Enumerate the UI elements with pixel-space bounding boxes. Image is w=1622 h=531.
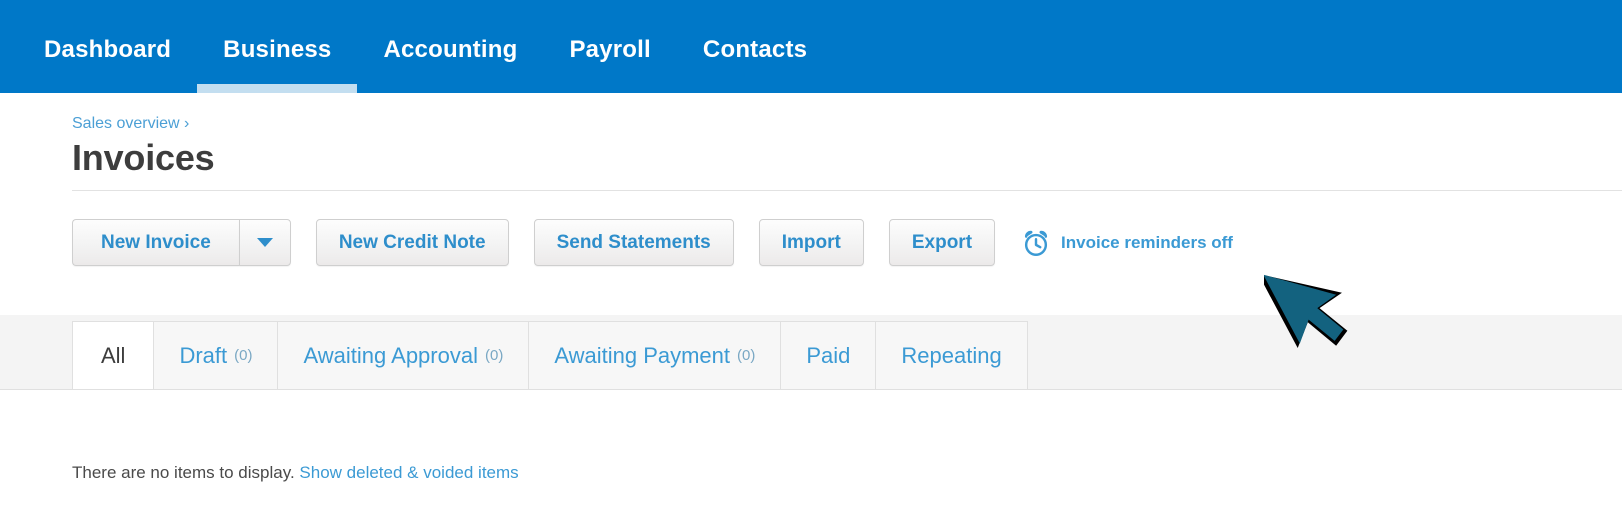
tab-list: All Draft (0) Awaiting Approval (0) Awai… bbox=[72, 321, 1028, 389]
action-toolbar: New Invoice New Credit Note Send Stateme… bbox=[72, 219, 1233, 266]
tab-awaiting-payment[interactable]: Awaiting Payment (0) bbox=[529, 321, 782, 389]
new-invoice-split-button: New Invoice bbox=[72, 219, 291, 266]
tab-all-label: All bbox=[101, 342, 126, 368]
tab-awaiting-approval[interactable]: Awaiting Approval (0) bbox=[278, 321, 530, 389]
tab-paid[interactable]: Paid bbox=[781, 321, 877, 389]
nav-item-payroll[interactable]: Payroll bbox=[543, 0, 676, 93]
new-credit-note-button[interactable]: New Credit Note bbox=[315, 219, 509, 266]
invoice-status-tabstrip: All Draft (0) Awaiting Approval (0) Awai… bbox=[0, 315, 1622, 390]
export-button[interactable]: Export bbox=[888, 219, 996, 266]
alarm-clock-icon bbox=[1024, 230, 1048, 256]
tab-all[interactable]: All bbox=[72, 321, 155, 389]
send-statements-button[interactable]: Send Statements bbox=[533, 219, 734, 266]
page-title: Invoices bbox=[72, 137, 215, 178]
new-invoice-button[interactable]: New Invoice bbox=[72, 219, 239, 266]
top-navigation-bar: Dashboard Business Accounting Payroll Co… bbox=[0, 0, 1622, 93]
nav-item-accounting[interactable]: Accounting bbox=[357, 0, 543, 93]
tab-repeating-label: Repeating bbox=[901, 342, 1002, 368]
tab-awaiting-payment-count: (0) bbox=[737, 347, 756, 364]
page-header: Sales overview › Invoices bbox=[0, 93, 1622, 190]
tab-paid-label: Paid bbox=[806, 342, 851, 368]
import-button[interactable]: Import bbox=[758, 219, 864, 266]
tab-awaiting-approval-label: Awaiting Approval bbox=[303, 342, 478, 368]
invoice-list-content: There are no items to display. Show dele… bbox=[0, 390, 1622, 531]
chevron-down-icon bbox=[256, 238, 273, 247]
header-divider bbox=[72, 190, 1622, 191]
tab-awaiting-payment-label: Awaiting Payment bbox=[554, 342, 731, 368]
invoice-reminders-toggle[interactable]: Invoice reminders off bbox=[1021, 228, 1233, 258]
show-deleted-voided-items-link[interactable]: Show deleted & voided items bbox=[299, 463, 518, 482]
tab-repeating[interactable]: Repeating bbox=[876, 321, 1028, 389]
new-invoice-dropdown-button[interactable] bbox=[238, 219, 291, 266]
tab-draft-label: Draft bbox=[179, 342, 228, 368]
nav-item-list: Dashboard Business Accounting Payroll Co… bbox=[0, 0, 1622, 93]
nav-item-contacts[interactable]: Contacts bbox=[677, 0, 833, 93]
tab-draft[interactable]: Draft (0) bbox=[154, 321, 279, 389]
nav-item-business[interactable]: Business bbox=[197, 0, 358, 93]
nav-item-dashboard[interactable]: Dashboard bbox=[18, 0, 197, 93]
invoice-reminders-label: Invoice reminders off bbox=[1061, 232, 1233, 252]
tab-draft-count: (0) bbox=[234, 347, 253, 364]
tab-awaiting-approval-count: (0) bbox=[484, 347, 504, 364]
empty-state-row: There are no items to display. Show dele… bbox=[72, 463, 519, 483]
empty-state-message: There are no items to display. bbox=[72, 463, 295, 482]
breadcrumb-sales-overview[interactable]: Sales overview › bbox=[72, 93, 189, 133]
